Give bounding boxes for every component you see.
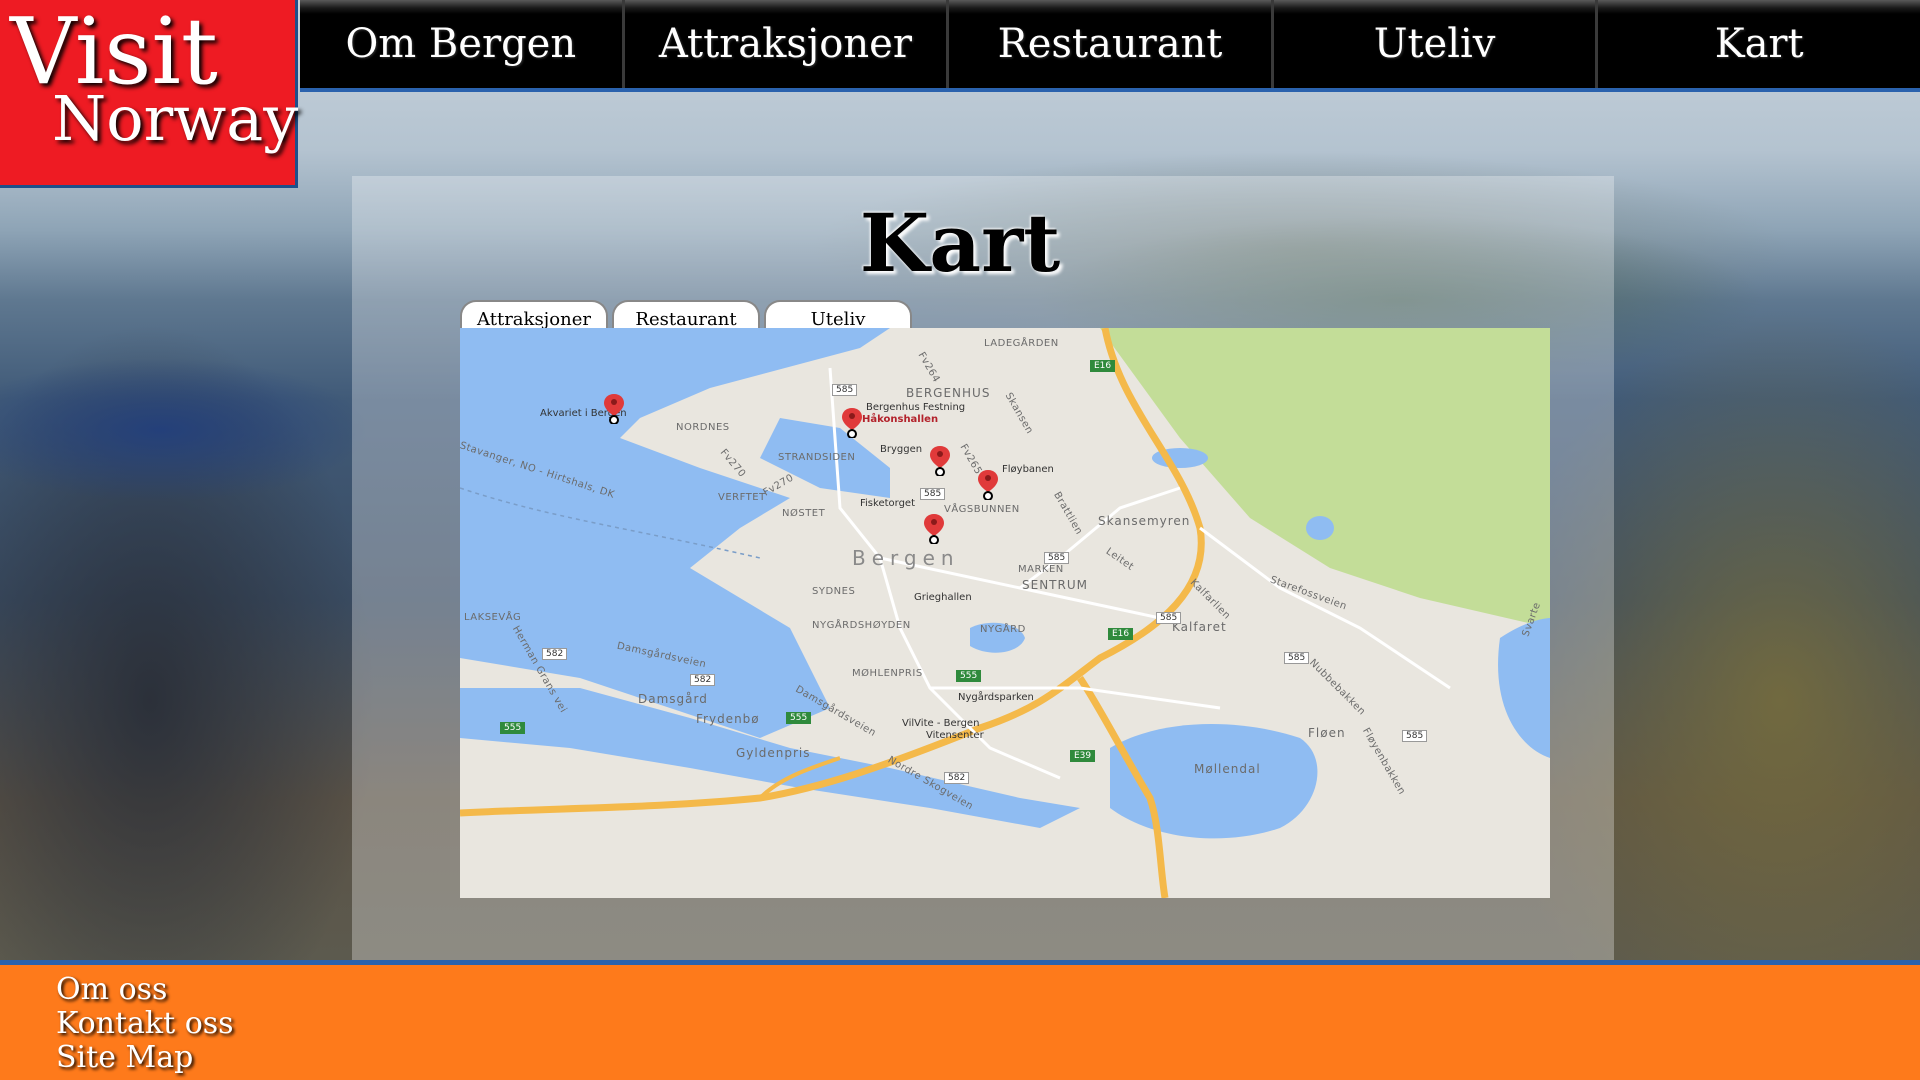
area-verftet: VERFTET	[718, 492, 766, 503]
area-bergen: Bergen	[852, 546, 960, 570]
road-shield-555: 555	[956, 670, 982, 682]
road-shield-582: 582	[542, 648, 568, 660]
area-skansemyren: Skansemyren	[1098, 514, 1191, 528]
road-shield-582: 582	[944, 772, 970, 784]
tab-attraksjoner[interactable]: Attraksjoner	[460, 300, 608, 330]
visit-norway-logo[interactable]: Visit Norway	[0, 0, 298, 188]
place-nygardsparken: Nygårdsparken	[958, 692, 1034, 703]
road-shield-e16: E16	[1108, 628, 1134, 640]
place-bergenhus-festning: Bergenhus Festning	[866, 402, 966, 413]
area-bergenhus: BERGENHUS	[906, 386, 991, 400]
place-fisketorget: Fisketorget	[860, 498, 915, 509]
area-sentrum: SENTRUM	[1022, 578, 1088, 592]
area-marken: MARKEN	[1018, 564, 1064, 575]
road-shield-e16: E16	[1090, 360, 1116, 372]
nav-attraksjoner[interactable]: Attraksjoner	[621, 0, 947, 88]
area-mollendal: Møllendal	[1194, 762, 1261, 776]
map-pin-icon[interactable]	[978, 470, 998, 500]
area-mohlenpris: MØHLENPRIS	[852, 668, 923, 679]
road-shield-585: 585	[1284, 652, 1310, 664]
area-laksevag: LAKSEVÅG	[464, 612, 522, 623]
area-nygard: NYGÅRD	[980, 624, 1026, 635]
nav-uteliv[interactable]: Uteliv	[1270, 0, 1596, 88]
road-shield-555: 555	[500, 722, 526, 734]
road-shield-585: 585	[1402, 730, 1428, 742]
logo-line2: Norway	[52, 82, 299, 155]
road-shield-582: 582	[690, 674, 716, 686]
footer-links: Om oss Kontakt oss Site Map	[56, 973, 234, 1075]
bergen-map[interactable]: LADEGÅRDEN BERGENHUS NORDNES STRANDSIDEN…	[460, 328, 1550, 898]
footer: Om oss Kontakt oss Site Map	[0, 960, 1920, 1080]
area-damsgard: Damsgård	[638, 692, 708, 706]
place-bryggen: Bryggen	[880, 444, 923, 455]
footer-link-kontakt-oss[interactable]: Kontakt oss	[56, 1007, 234, 1041]
main-nav: Om Bergen Attraksjoner Restaurant Uteliv…	[300, 0, 1920, 92]
road-shield-585: 585	[1156, 612, 1182, 624]
nav-restaurant[interactable]: Restaurant	[946, 0, 1271, 88]
area-nygardshoyden: NYGÅRDSHØYDEN	[812, 620, 911, 631]
place-grieghallen: Grieghallen	[914, 592, 972, 603]
nav-kart[interactable]: Kart	[1595, 0, 1920, 88]
road-shield-585: 585	[920, 488, 946, 500]
road-shield-585: 585	[832, 384, 858, 396]
area-vagsbunnen: VÅGSBUNNEN	[944, 504, 1020, 515]
map-tabs: Attraksjoner Restaurant Uteliv	[460, 300, 912, 330]
map-pin-icon[interactable]	[842, 408, 862, 438]
footer-link-om-oss[interactable]: Om oss	[56, 973, 234, 1007]
road-shield-e39: E39	[1070, 750, 1096, 762]
tab-uteliv[interactable]: Uteliv	[764, 300, 912, 330]
area-sydnes: SYDNES	[812, 586, 856, 597]
page-title: Kart	[859, 196, 1061, 290]
place-vitensenter: Vitensenter	[926, 730, 984, 741]
place-vilvite: VilVite - Bergen	[902, 718, 980, 729]
map-pin-icon[interactable]	[924, 514, 944, 544]
area-floen: Fløen	[1308, 726, 1346, 740]
area-strandsiden: STRANDSIDEN	[778, 452, 856, 463]
place-floybanen: Fløybanen	[1002, 464, 1054, 475]
tab-restaurant[interactable]: Restaurant	[612, 300, 760, 330]
place-hakonshallen: Håkonshallen	[862, 414, 939, 425]
area-ladegarden: LADEGÅRDEN	[984, 338, 1059, 349]
area-nordnes: NORDNES	[676, 422, 730, 433]
area-nostet: NØSTET	[782, 508, 826, 519]
road-shield-555: 555	[786, 712, 812, 724]
road-shield-585: 585	[1044, 552, 1070, 564]
area-gyldenpris: Gyldenpris	[736, 746, 811, 760]
footer-link-site-map[interactable]: Site Map	[56, 1041, 234, 1075]
area-frydenbo: Frydenbø	[696, 712, 760, 726]
nav-om-bergen[interactable]: Om Bergen	[300, 0, 622, 88]
map-pin-icon[interactable]	[930, 446, 950, 476]
map-pin-icon[interactable]	[604, 394, 624, 424]
